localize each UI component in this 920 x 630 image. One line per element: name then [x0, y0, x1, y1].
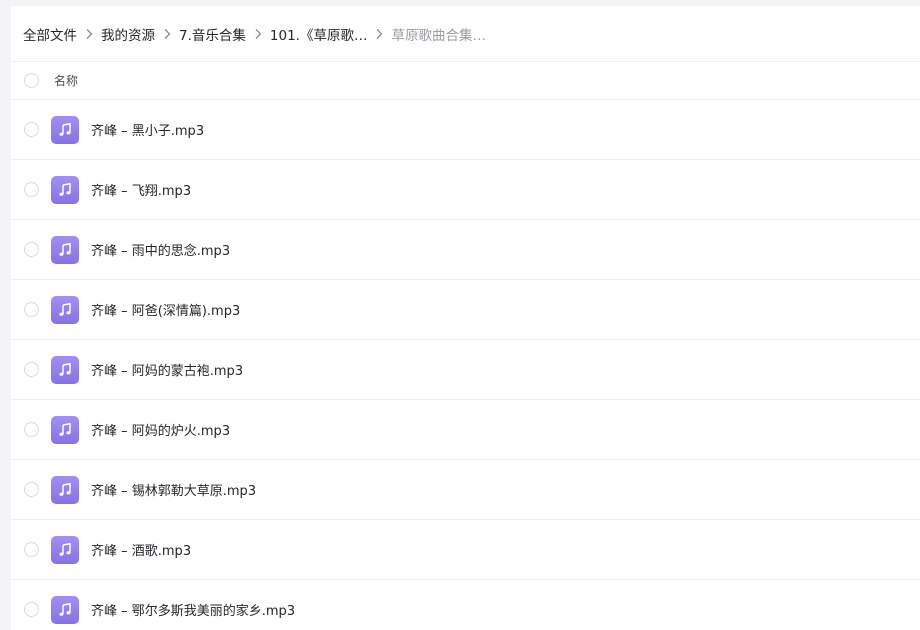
row-checkbox[interactable]: [24, 302, 39, 317]
column-header-name[interactable]: 名称: [54, 72, 78, 89]
row-checkbox[interactable]: [24, 182, 39, 197]
row-checkbox[interactable]: [24, 362, 39, 377]
file-row[interactable]: 齐峰 – 酒歌.mp3: [11, 520, 920, 580]
row-checkbox[interactable]: [24, 482, 39, 497]
file-name[interactable]: 齐峰 – 黑小子.mp3: [91, 120, 204, 139]
chevron-right-icon: [155, 28, 179, 40]
file-name[interactable]: 齐峰 – 锡林郭勒大草原.mp3: [91, 480, 256, 499]
breadcrumb-item-my-resources[interactable]: 我的资源: [101, 24, 155, 44]
file-list-panel: 全部文件 我的资源 7.音乐合集 101.《草原歌… 草原歌曲合集… 名称 齐峰…: [11, 6, 920, 630]
breadcrumb-item-all-files[interactable]: 全部文件: [23, 24, 77, 44]
music-note-icon: [51, 175, 79, 204]
file-row[interactable]: 齐峰 – 飞翔.mp3: [11, 160, 920, 220]
file-name[interactable]: 齐峰 – 鄂尔多斯我美丽的家乡.mp3: [91, 600, 295, 619]
row-checkbox[interactable]: [24, 602, 39, 617]
file-row[interactable]: 齐峰 – 雨中的思念.mp3: [11, 220, 920, 280]
breadcrumb-item-music-collection[interactable]: 7.音乐合集: [179, 24, 246, 44]
row-checkbox[interactable]: [24, 122, 39, 137]
music-note-icon: [51, 475, 79, 504]
music-note-icon: [51, 355, 79, 384]
chevron-right-icon: [367, 28, 391, 40]
music-note-icon: [51, 295, 79, 324]
file-name[interactable]: 齐峰 – 阿妈的炉火.mp3: [91, 420, 230, 439]
file-row[interactable]: 齐峰 – 阿妈的蒙古袍.mp3: [11, 340, 920, 400]
file-name[interactable]: 齐峰 – 酒歌.mp3: [91, 540, 191, 559]
breadcrumb: 全部文件 我的资源 7.音乐合集 101.《草原歌… 草原歌曲合集…: [11, 6, 920, 62]
music-note-icon: [51, 535, 79, 564]
file-name[interactable]: 齐峰 – 阿妈的蒙古袍.mp3: [91, 360, 243, 379]
breadcrumb-item-current-folder: 草原歌曲合集…: [391, 27, 486, 44]
music-note-icon: [51, 115, 79, 144]
music-note-icon: [51, 595, 79, 624]
file-row[interactable]: 齐峰 – 鄂尔多斯我美丽的家乡.mp3: [11, 580, 920, 630]
row-checkbox[interactable]: [24, 422, 39, 437]
row-checkbox[interactable]: [24, 242, 39, 257]
file-list: 齐峰 – 黑小子.mp3 齐峰 – 飞翔.mp3 齐峰 – 雨中的思念.mp3 齐峰 …: [11, 100, 920, 630]
file-row[interactable]: 齐峰 – 锡林郭勒大草原.mp3: [11, 460, 920, 520]
chevron-right-icon: [246, 28, 270, 40]
select-all-checkbox[interactable]: [24, 73, 39, 88]
table-header: 名称: [11, 62, 920, 100]
breadcrumb-item-grassland-songs[interactable]: 101.《草原歌…: [270, 24, 368, 44]
file-name[interactable]: 齐峰 – 雨中的思念.mp3: [91, 240, 230, 259]
music-note-icon: [51, 235, 79, 264]
music-note-icon: [51, 415, 79, 444]
file-row[interactable]: 齐峰 – 黑小子.mp3: [11, 100, 920, 160]
file-name[interactable]: 齐峰 – 飞翔.mp3: [91, 180, 191, 199]
row-checkbox[interactable]: [24, 542, 39, 557]
chevron-right-icon: [77, 28, 101, 40]
file-name[interactable]: 齐峰 – 阿爸(深情篇).mp3: [91, 300, 240, 319]
file-row[interactable]: 齐峰 – 阿爸(深情篇).mp3: [11, 280, 920, 340]
file-row[interactable]: 齐峰 – 阿妈的炉火.mp3: [11, 400, 920, 460]
